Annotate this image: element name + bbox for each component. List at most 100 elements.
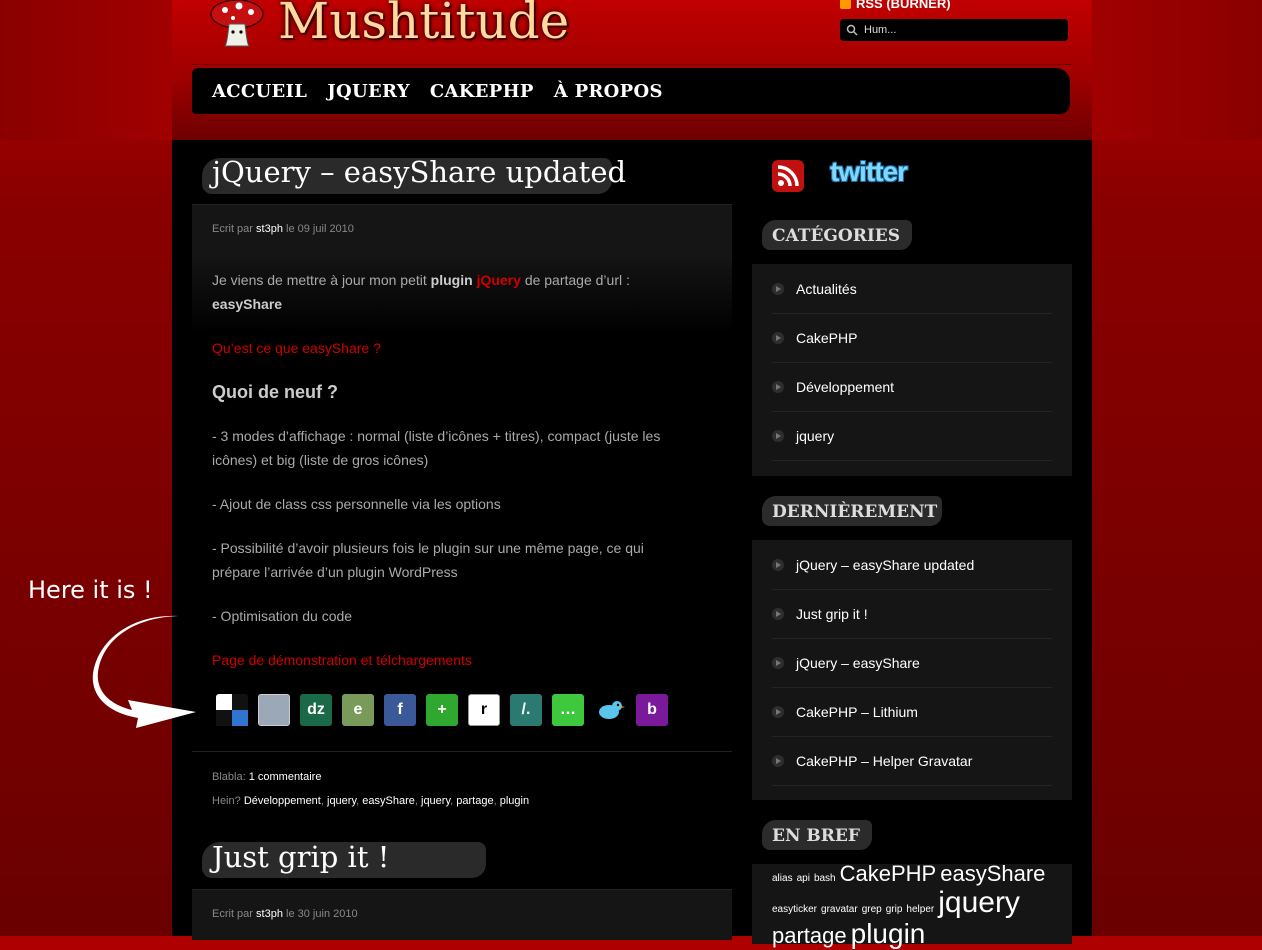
category-item-label: Actualités [796,281,857,297]
tag-cloud-item[interactable]: gravatar [821,904,858,915]
bullet-arrow-icon [772,332,784,344]
category-item[interactable]: Développement [772,363,1052,412]
site-title[interactable]: Mushtitude [278,0,569,50]
annotation-arrow-icon [92,615,196,728]
recent-post-item-label: Just grip it ! [796,606,868,622]
tag-cloud-line: alias api bash CakePHP easyShare [772,861,1062,886]
comments-link[interactable]: 1 commentaire [249,771,322,783]
link-demo[interactable]: Page de démonstration et télchargements [212,648,672,672]
recent-post-item-label: CakePHP – Helper Gravatar [796,753,973,769]
post-meta: Ecrit par st3ph le 30 juin 2010 [192,889,732,940]
bebo-icon[interactable]: b [636,694,668,726]
post-title[interactable]: jQuery – easyShare updated [212,155,626,189]
recent-post-item[interactable]: jQuery – easyShare updated [772,541,1052,590]
link-what-is-easyshare[interactable]: Qu’est ce que easyShare ? [212,336,672,360]
intro-jquery-link[interactable]: jQuery [477,272,521,288]
post-tag-link[interactable]: jquery [421,795,450,807]
reddit-icon[interactable]: r [468,694,500,726]
tag-separator: , [450,795,454,807]
post-title[interactable]: Just grip it ! [212,840,389,874]
nav-item-cakephp[interactable]: CAKEPHP [430,81,534,102]
tag-separator: , [414,795,418,807]
recent-post-item-label: jQuery – easyShare updated [796,557,975,573]
recent-title: DERNIÈREMENT [772,502,938,522]
intro-easyshare: easyShare [212,296,283,312]
rss-label: RSS (BURNER) [856,0,951,11]
bullet-arrow-icon [772,430,784,442]
speech-icon[interactable]: … [552,694,584,726]
post-byline: Ecrit par st3ph le 30 juin 2010 [212,908,358,920]
annotation-label: Here it is ! [28,576,153,604]
bullet-arrow-icon [772,706,784,718]
nav-item-accueil[interactable]: ACCUEIL [212,81,307,102]
twitter-bird-icon[interactable] [594,694,626,726]
byline-date-prefix: le [286,908,295,920]
tag-cloud-item[interactable]: helper [906,904,934,915]
heading-whats-new: Quoi de neuf ? [212,382,338,402]
add-icon[interactable]: + [426,694,458,726]
bullet-arrow-icon [772,283,784,295]
bullet-arrow-icon [772,657,784,669]
slashdot-icon[interactable]: /. [510,694,542,726]
byline-prefix: Ecrit par [212,908,253,920]
tag-cloud-line: easyticker gravatar grep grip helper jquery [772,886,1062,919]
paragraph-multiple: - Possibilité d’avoir plusieurs fois le … [212,540,644,580]
nav-item-jquery[interactable]: JQUERY [327,81,410,102]
tag-separator: , [493,795,497,807]
rss-feed-link[interactable]: RSS (BURNER) [840,0,951,11]
post-tag-link[interactable]: jquery [327,795,356,807]
facebook-icon[interactable]: f [384,694,416,726]
category-item[interactable]: Actualités [772,265,1052,314]
tag-cloud-item[interactable]: grip [886,904,903,915]
dzone-icon[interactable]: dz [300,694,332,726]
post-divider [192,751,732,752]
comments-meta: Blabla: 1 commentaire [212,771,321,783]
tag-cloud-item[interactable]: plugin [851,918,926,949]
post-tag-link[interactable]: partage [456,795,493,807]
tag-cloud-item[interactable]: alias [772,873,793,884]
bullet-arrow-icon [772,608,784,620]
post-author[interactable]: st3ph [256,223,283,235]
tag-cloud-item[interactable]: jquery [938,886,1020,919]
delicious-icon[interactable] [216,694,248,726]
tag-cloud-item[interactable]: grep [862,904,882,915]
category-item[interactable]: jquery [772,412,1052,461]
header-divider-bottom [192,120,1072,121]
search-input[interactable] [858,24,1060,36]
recent-post-item[interactable]: jQuery – easyShare [772,639,1052,688]
post-tag-link[interactable]: Développement [244,795,321,807]
tag-cloud-item[interactable]: easyShare [940,861,1045,886]
tag-separator: , [356,795,360,807]
recent-post-item[interactable]: Just grip it ! [772,590,1052,639]
post-date: 09 juil 2010 [297,223,354,235]
recent-post-item[interactable]: CakePHP – Lithium [772,688,1052,737]
site-header: Mushtitude RSS (BURNER) ACCUEIL JQUERY C… [172,0,1092,140]
digg-icon[interactable] [258,694,290,726]
twitter-logo[interactable]: twitter [830,156,908,188]
tag-cloud-item[interactable]: api [797,873,810,884]
tags-meta: Hein? Développement, jquery, easyShare, … [212,795,529,807]
search-icon [846,24,858,36]
post-author[interactable]: st3ph [256,908,283,920]
nav-item-a-propos[interactable]: À PROPOS [554,81,663,102]
post-tag-link[interactable]: plugin [500,795,529,807]
paragraph-optimisation: - Optimisation du code [212,608,353,624]
rss-feed-icon[interactable] [772,160,804,192]
main-nav: ACCUEIL JQUERY CAKEPHP À PROPOS [192,68,1070,114]
tags-title: EN BREF [772,826,860,846]
paragraph-modes: - 3 modes d’affichage : normal (liste d’… [212,428,661,468]
recent-post-item[interactable]: CakePHP – Helper Gravatar [772,737,1052,786]
tag-cloud-item[interactable]: easyticker [772,904,817,915]
mushroom-logo-icon[interactable] [207,0,267,48]
post-intro: Je viens de mettre à jour mon petit plug… [212,268,672,316]
page-wrapper: Mushtitude RSS (BURNER) ACCUEIL JQUERY C… [172,0,1092,949]
rss-icon [840,0,851,9]
categories-widget: Actualités CakePHP Développement jquery [752,264,1072,476]
tag-separator: , [320,795,324,807]
evernote-icon[interactable]: e [342,694,374,726]
tags-label: Hein? [212,795,241,807]
tag-cloud-item[interactable]: bash [814,873,836,884]
category-item[interactable]: CakePHP [772,314,1052,363]
post-tag-link[interactable]: easyShare [362,795,415,807]
tag-cloud-item[interactable]: CakePHP [840,861,937,886]
